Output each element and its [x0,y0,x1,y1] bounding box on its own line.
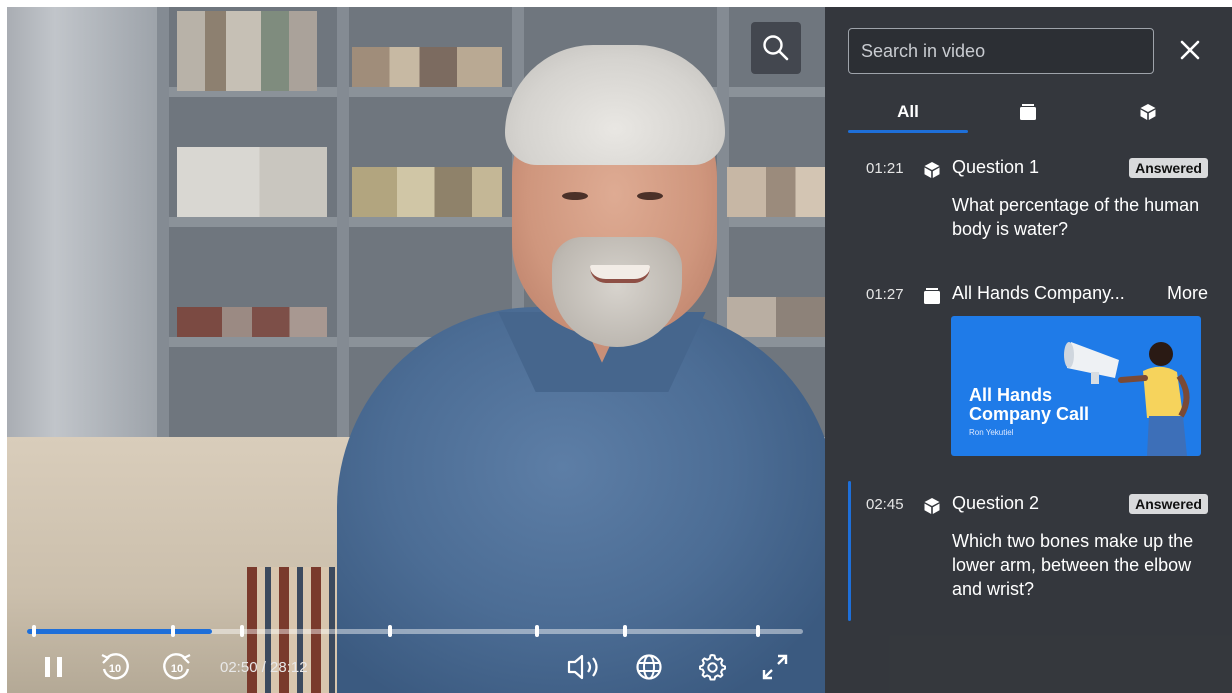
current-item-indicator [848,481,851,621]
scene-books [352,167,502,217]
item-time: 01:21 [866,160,904,177]
status-badge: Answered [1129,494,1208,514]
close-icon [1180,40,1200,60]
search-input[interactable] [848,28,1154,74]
pause-button[interactable] [37,647,71,687]
quiz-cube-icon [1140,104,1156,120]
time-display: 02:50 / 28:12 [220,659,308,676]
list-item-header: 01:21 Question 1 Answered [866,157,1208,183]
close-panel-button[interactable] [1175,35,1205,65]
scene-books [177,307,327,337]
seek-bar-cue-marker[interactable] [171,625,175,637]
search-icon [763,35,789,61]
pause-icon [45,657,62,677]
filter-tabs: All [848,91,1208,133]
globe-icon [636,654,662,680]
forward-10-icon: 10 [163,653,191,680]
item-title: Question 2 [952,493,1040,513]
tab-slides[interactable] [968,91,1088,133]
item-title: Question 1 [952,157,1040,177]
svg-text:10: 10 [171,663,183,675]
list-item-header: 02:45 Question 2 Answered [866,493,1208,519]
seek-bar-cue-marker[interactable] [623,625,627,637]
quiz-cube-icon [924,498,940,514]
scene-books [727,167,825,217]
more-link[interactable]: More [1167,283,1208,304]
fullscreen-icon [762,654,788,680]
svg-text:10: 10 [109,663,121,675]
scene-books [352,47,502,87]
item-question-text: Which two bones make up the lower arm, b… [952,531,1194,599]
rewind-10-icon: 10 [101,653,129,680]
navigation-panel: All 01:21 [825,7,1232,693]
volume-button[interactable] [563,647,607,687]
gear-icon [699,654,726,681]
scene-books [177,11,317,91]
scene-shelf-post [337,7,349,487]
seek-bar[interactable] [27,625,803,637]
list-item[interactable]: 01:21 Question 1 Answered What percentag… [848,157,1208,257]
language-button[interactable] [629,647,669,687]
item-title: All Hands Company... [952,283,1125,303]
tab-all-label: All [897,102,919,121]
slide-icon [1020,104,1036,120]
video-player: 10 10 02:50 / 28:12 Search in video All … [7,7,1232,693]
slide-thumbnail[interactable]: All Hands Company Call Ron Yekutiel [951,316,1201,456]
settings-button[interactable] [692,647,732,687]
presenter-eye [637,192,663,200]
video-search-button[interactable] [751,22,801,74]
rewind-10-button[interactable]: 10 [95,647,135,687]
scene-books [727,297,825,337]
tab-all[interactable]: All [848,91,968,133]
item-time: 02:45 [866,496,904,513]
slide-title: All Hands Company Call [969,385,1090,424]
scene-books [177,147,327,217]
seek-bar-cue-marker[interactable] [756,625,760,637]
fullscreen-button[interactable] [755,647,795,687]
seek-bar-progress [27,629,213,634]
volume-icon [567,654,598,680]
forward-10-button[interactable]: 10 [157,647,197,687]
quiz-cube-icon [924,162,940,178]
seek-bar-cue-marker[interactable] [388,625,392,637]
status-badge: Answered [1129,158,1208,178]
list-item-header: 01:27 All Hands Company... More [866,283,1208,309]
list-item[interactable]: 02:45 Question 2 Answered Which two bone… [848,481,1208,623]
item-time: 01:27 [866,286,904,303]
presenter-smile [590,265,650,283]
video-frame[interactable] [7,7,825,693]
seek-bar-cue-marker[interactable] [240,625,244,637]
slide-icon [924,288,940,304]
presenter-eye [562,192,588,200]
seek-bar-cue-marker[interactable] [32,625,36,637]
tab-quizzes[interactable] [1088,91,1208,133]
control-bar: 10 10 02:50 / 28:12 [7,647,825,693]
scene-shelf-post [157,7,169,487]
seek-bar-cue-marker[interactable] [535,625,539,637]
slide-presenter: Ron Yekutiel [969,428,1014,437]
item-question-text: What percentage of the human body is wat… [952,195,1200,239]
